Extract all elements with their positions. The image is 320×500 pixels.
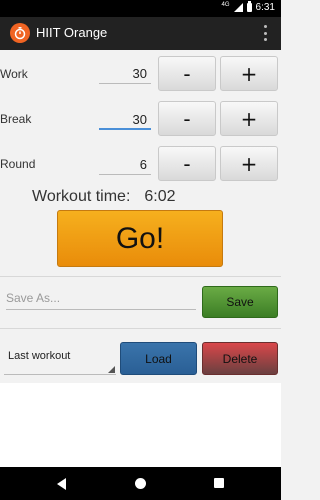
empty-area: [0, 383, 281, 467]
work-plus-button[interactable]: +: [220, 56, 278, 91]
break-minus-button[interactable]: -: [158, 101, 216, 136]
round-label: Round: [0, 157, 36, 171]
home-icon[interactable]: [135, 478, 146, 489]
app-title: HIIT Orange: [36, 25, 108, 40]
workout-time: Workout time: 6:02: [32, 188, 176, 206]
status-time: 6:31: [255, 2, 275, 13]
save-button[interactable]: Save: [202, 286, 278, 318]
overflow-menu-icon[interactable]: [263, 25, 267, 41]
recents-icon[interactable]: [214, 478, 224, 488]
timer-icon: [10, 23, 30, 43]
network-label: 4G: [221, 1, 230, 8]
app-bar: HIIT Orange: [0, 17, 281, 50]
work-label: Work: [0, 67, 28, 81]
break-input[interactable]: 30: [99, 110, 151, 130]
break-plus-button[interactable]: +: [220, 101, 278, 136]
work-minus-button[interactable]: -: [158, 56, 216, 91]
dropdown-arrow-icon: [108, 366, 115, 373]
save-as-input[interactable]: Save As...: [6, 289, 196, 310]
go-button[interactable]: Go!: [57, 210, 223, 267]
workout-select[interactable]: Last workout: [4, 345, 116, 375]
workout-time-label: Workout time:: [32, 188, 131, 205]
round-minus-button[interactable]: -: [158, 146, 216, 181]
status-bar: 4G 6:31: [0, 0, 281, 17]
divider: [0, 328, 281, 329]
delete-button[interactable]: Delete: [202, 342, 278, 375]
workout-time-value: 6:02: [144, 188, 176, 205]
work-input[interactable]: 30: [99, 64, 151, 84]
battery-icon: [246, 1, 252, 12]
back-icon[interactable]: [57, 478, 66, 490]
workout-select-value: Last workout: [8, 350, 71, 362]
navigation-bar: [0, 467, 281, 500]
status-icons: 4G 6:31: [221, 1, 275, 13]
divider: [0, 276, 281, 277]
round-input[interactable]: 6: [99, 155, 151, 175]
load-button[interactable]: Load: [120, 342, 197, 375]
signal-icon: [233, 3, 243, 12]
break-label: Break: [0, 112, 32, 126]
round-plus-button[interactable]: +: [220, 146, 278, 181]
